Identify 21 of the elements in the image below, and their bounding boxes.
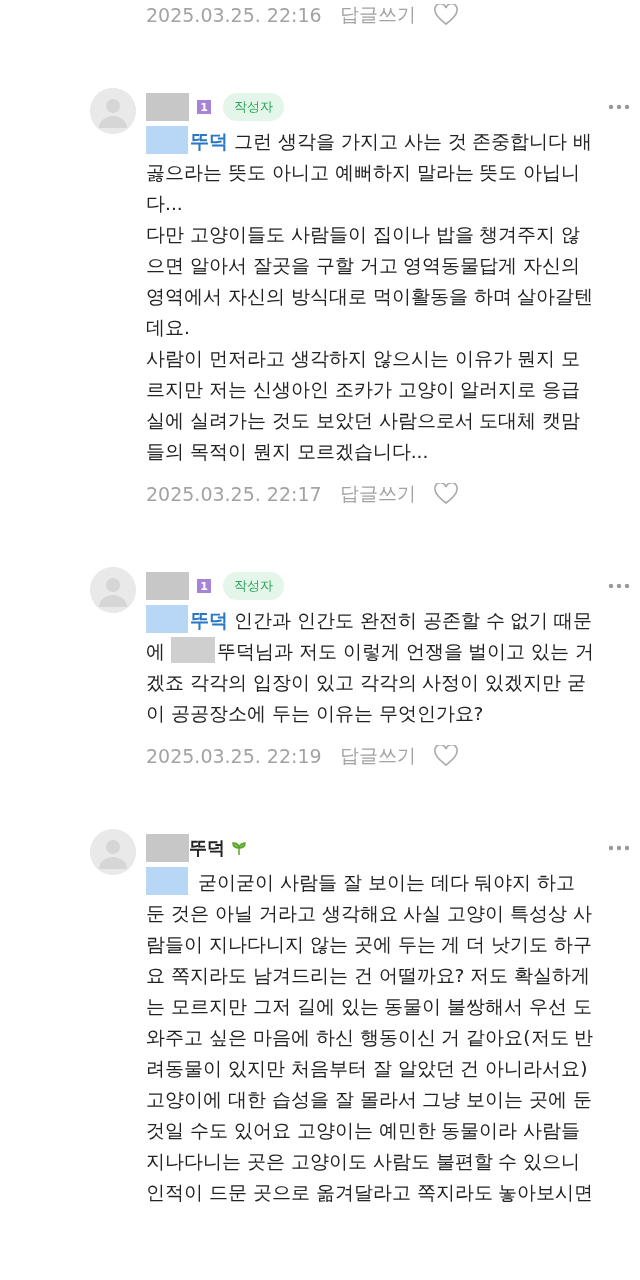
comment-timestamp: 2025.03.25. 22:19 bbox=[146, 745, 322, 767]
reply-link[interactable]: 답글쓰기 bbox=[339, 743, 416, 769]
comment-text: 굳이굳이 사람들 잘 보이는 데다 둬야지 하고 둔 것은 아닐 거라고 생각해요 사실 고양이 특성상 사람들이 지나다니지 않는 곳에 두는 게 더 낫기도 하구요 쪽지라도 남겨드리는 건 어떨까요? 저도 확실하게는 모르지만 그저 길에 있는 동물이 불쌍해서 우선 도와주고 싶은 마음에 하신 행동이신 거 같아요(저도 반려동물이 있지만 처음부터 잘 알았던 건 아니라서요) 고양이에 대한 습성을 잘 몰라서 그냥 보이는 곳에 둔 것일 수도 있어요 고양이는 예민한 동물이라 사람들 지나다니는 곳은 고양이도 사람도 불편할 수 있으니 인적이 드문 곳으로 옮겨달라고 쪽지라도 놓아보시면 bbox=[146, 867, 596, 1208]
heart-icon[interactable] bbox=[433, 745, 458, 767]
comment-timestamp: 2025.03.25. 22:16 bbox=[146, 4, 322, 26]
reply-link[interactable]: 답글쓰기 bbox=[339, 2, 416, 28]
level-badge: 1 bbox=[197, 100, 211, 114]
more-icon[interactable] bbox=[608, 583, 630, 589]
more-icon[interactable] bbox=[608, 104, 630, 110]
author-badge: 작성자 bbox=[223, 93, 284, 121]
comment-text: 뚜덕 그런 생각을 가지고 사는 것 존중합니다 배곯으라는 뜻도 아니고 예뻐하지 말라는 뜻도 아닙니다... 다만 고양이들도 사람들이 집이나 밥을 챙겨주지 않으면 알아서 잘곳을 구할 거고 영역동물답게 자신의 영역에서 자신의 방식대로 먹이활동을 하며 살아갈텐데요. 사람이 먼저라고 생각하지 않으시는 이유가 뭔지 모르지만 저는 신생아인 조카가 고양이 알러지로 응급실에 실려가는 것도 보았던 사람으로서 도대체 캣맘들의 목적이 뭔지 모르겠습니다... bbox=[146, 126, 596, 467]
reply-link[interactable]: 답글쓰기 bbox=[339, 481, 416, 507]
redacted-name bbox=[146, 834, 189, 862]
comment-text: 뚜덕 인간과 인간도 완전히 공존할 수 없기 때문에 뚜덕님과 저도 이렇게 언쟁을 벌이고 있는 거겠죠 각각의 입장이 있고 각각의 사정이 있겠지만 굳이 공공장소에 두는 이유는 무엇인가요? bbox=[146, 605, 596, 729]
heart-icon[interactable] bbox=[433, 4, 458, 26]
heart-icon[interactable] bbox=[433, 483, 458, 505]
comment-timestamp: 2025.03.25. 22:17 bbox=[146, 483, 322, 505]
level-badge: 1 bbox=[197, 579, 211, 593]
author-name[interactable]: 뚜덕 bbox=[189, 836, 225, 860]
author-badge: 작성자 bbox=[223, 572, 284, 600]
more-icon[interactable] bbox=[608, 845, 630, 851]
